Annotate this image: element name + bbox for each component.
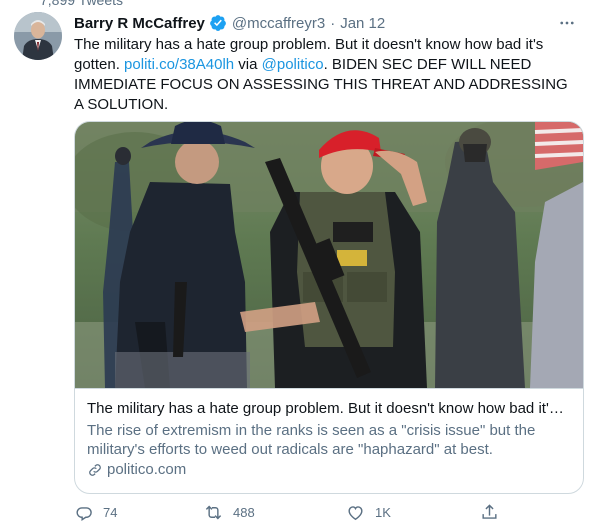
reply-button[interactable]: 74 bbox=[74, 500, 117, 524]
tweet-header: Barry R McCaffrey @mccaffreyr3 · Jan 12 bbox=[74, 12, 584, 34]
link-icon bbox=[89, 464, 101, 476]
politico-mention[interactable]: @politico bbox=[262, 56, 324, 73]
verified-icon bbox=[209, 14, 227, 32]
tweet-actions: 74 488 1K bbox=[74, 500, 514, 524]
author-name[interactable]: Barry R McCaffrey bbox=[74, 15, 205, 32]
tweet-text: The military has a hate group problem. B… bbox=[74, 35, 579, 115]
retweet-count: 488 bbox=[233, 504, 255, 520]
separator-dot: · bbox=[330, 14, 336, 32]
author-handle[interactable]: @mccaffreyr3 bbox=[232, 15, 325, 32]
retweet-icon bbox=[205, 505, 222, 519]
tweets-count-fragment: 7,899 Tweets bbox=[40, 0, 124, 8]
card-title[interactable]: The military has a hate group problem. B… bbox=[87, 399, 571, 419]
like-button[interactable]: 1K bbox=[346, 500, 391, 524]
tweet-text-via: via bbox=[234, 56, 262, 73]
share-button[interactable] bbox=[480, 500, 499, 524]
reply-count: 74 bbox=[103, 504, 118, 520]
avatar[interactable] bbox=[14, 12, 62, 60]
tweet-link[interactable]: politi.co/38A40lh bbox=[124, 56, 234, 73]
share-icon bbox=[482, 503, 497, 519]
reply-icon bbox=[76, 506, 92, 521]
link-card[interactable]: The military has a hate group problem. B… bbox=[74, 121, 584, 494]
retweet-button[interactable]: 488 bbox=[204, 500, 255, 524]
avatar-image bbox=[14, 12, 62, 60]
card-description: The rise of extremism in the ranks is se… bbox=[87, 422, 536, 458]
like-icon bbox=[348, 505, 363, 520]
card-domain-text: politico.com bbox=[107, 461, 187, 478]
like-count: 1K bbox=[375, 504, 391, 520]
tweet-date[interactable]: Jan 12 bbox=[340, 15, 385, 32]
card-domain: politico.com bbox=[87, 460, 571, 480]
card-body: The military has a hate group problem. B… bbox=[75, 388, 583, 493]
card-image[interactable] bbox=[75, 122, 583, 388]
more-icon[interactable] bbox=[556, 12, 578, 34]
